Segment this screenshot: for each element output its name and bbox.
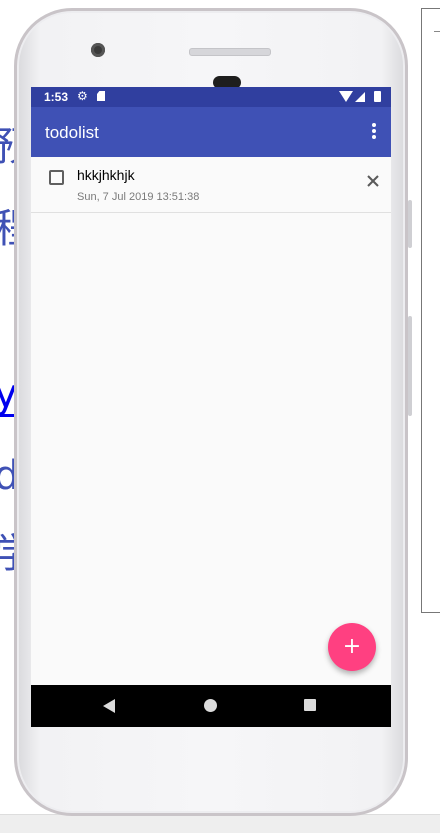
home-icon[interactable] [204,699,217,712]
recents-icon[interactable] [304,699,316,711]
volume-button [408,200,412,248]
todo-item[interactable]: hkkjhkhjk Sun, 7 Jul 2019 13:51:38 [31,157,391,213]
add-todo-button[interactable]: + [328,623,376,671]
status-bar: 1:53 ⚙ [31,87,391,107]
battery-icon [374,91,381,102]
app-title: todolist [45,123,99,142]
cell-signal-icon [355,92,365,102]
app-bar: todolist [31,107,391,157]
camera-icon [91,43,105,57]
side-panel-mark [434,31,440,32]
side-panel [421,8,440,613]
navigation-bar [31,685,391,727]
plus-icon: + [342,634,362,659]
todo-checkbox[interactable] [49,170,64,185]
power-button [408,316,412,416]
more-vert-icon[interactable] [371,123,377,141]
sd-card-icon [97,91,105,101]
wifi-icon [339,91,353,102]
bottom-strip [0,814,440,833]
status-time: 1:53 [44,90,69,104]
gear-icon: ⚙ [77,89,88,103]
todo-date: Sun, 7 Jul 2019 13:51:38 [77,191,200,203]
speaker-grille [189,48,271,56]
close-icon[interactable] [365,173,381,189]
device-screen: 1:53 ⚙ todolist hkkjhkhjk Sun, 7 Jul 201… [31,87,391,727]
todo-title: hkkjhkhjk [77,167,135,183]
back-icon[interactable] [103,699,115,713]
